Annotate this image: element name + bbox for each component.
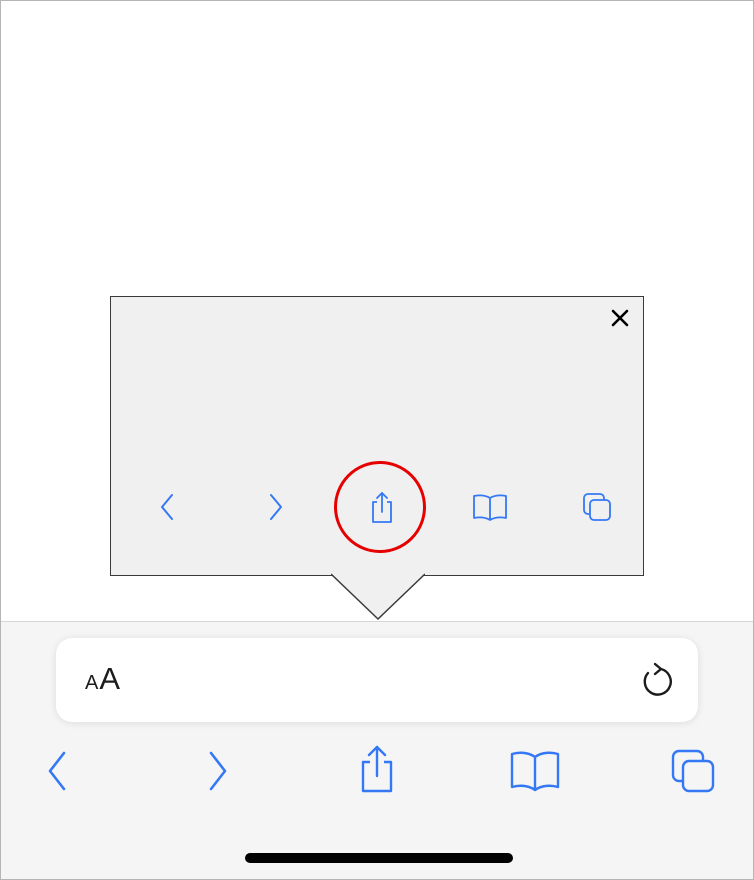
callout-forward-button[interactable] <box>254 485 298 529</box>
reload-icon <box>643 662 672 696</box>
callout-share-button[interactable] <box>360 485 404 529</box>
share-button[interactable] <box>347 739 407 799</box>
callout-bookmarks-button[interactable] <box>468 485 512 529</box>
toolbar-callout <box>110 296 644 576</box>
bookmarks-button[interactable] <box>505 741 565 801</box>
aa-small-letter: A <box>85 672 99 694</box>
tabs-button[interactable] <box>663 741 723 801</box>
book-icon <box>510 751 560 792</box>
tabs-icon <box>583 493 611 521</box>
reload-button[interactable] <box>635 658 679 702</box>
chevron-left-icon <box>161 494 173 520</box>
reader-text-size-button[interactable]: A A <box>85 661 120 701</box>
back-button[interactable] <box>27 741 87 801</box>
aa-large-letter: A <box>99 661 121 696</box>
address-bar[interactable] <box>56 638 698 722</box>
callout-pointer <box>331 573 425 621</box>
chevron-left-icon <box>48 751 66 791</box>
book-icon <box>473 494 507 521</box>
forward-button[interactable] <box>188 741 248 801</box>
chevron-right-icon <box>270 494 282 520</box>
share-icon <box>372 492 392 523</box>
chevron-right-icon <box>209 751 227 791</box>
callout-back-button[interactable] <box>145 485 189 529</box>
callout-tabs-button[interactable] <box>575 485 619 529</box>
close-icon <box>611 309 629 327</box>
tabs-icon <box>671 749 715 793</box>
browser-window: A A <box>0 0 754 880</box>
close-callout-button[interactable] <box>608 306 632 330</box>
home-indicator[interactable] <box>245 853 513 863</box>
share-icon <box>361 745 393 793</box>
